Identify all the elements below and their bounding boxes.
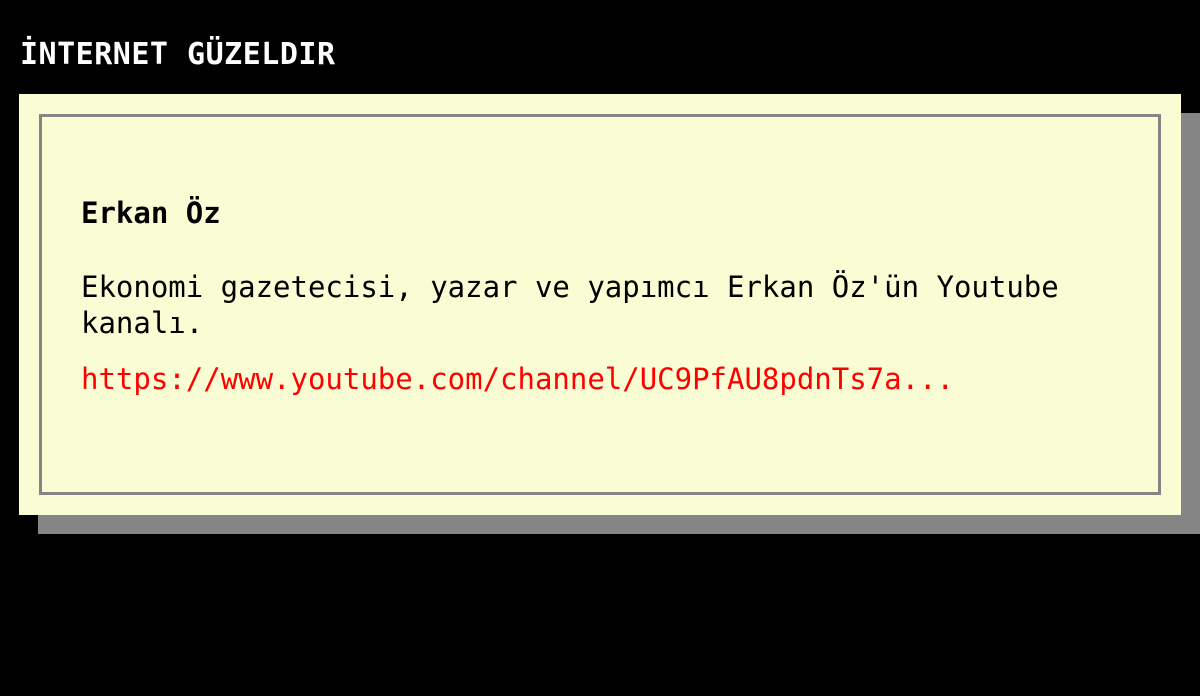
site-title[interactable]: İNTERNET GÜZELDIR — [20, 36, 336, 74]
entry-title: Erkan Öz — [81, 196, 221, 230]
entry-card-frame: Erkan Öz Ekonomi gazetecisi, yazar ve ya… — [39, 114, 1161, 495]
entry-card: Erkan Öz Ekonomi gazetecisi, yazar ve ya… — [19, 94, 1181, 515]
entry-link[interactable]: https://www.youtube.com/channel/UC9PfAU8… — [81, 361, 954, 397]
entry-description: Ekonomi gazetecisi, yazar ve yapımcı Erk… — [81, 270, 1059, 340]
